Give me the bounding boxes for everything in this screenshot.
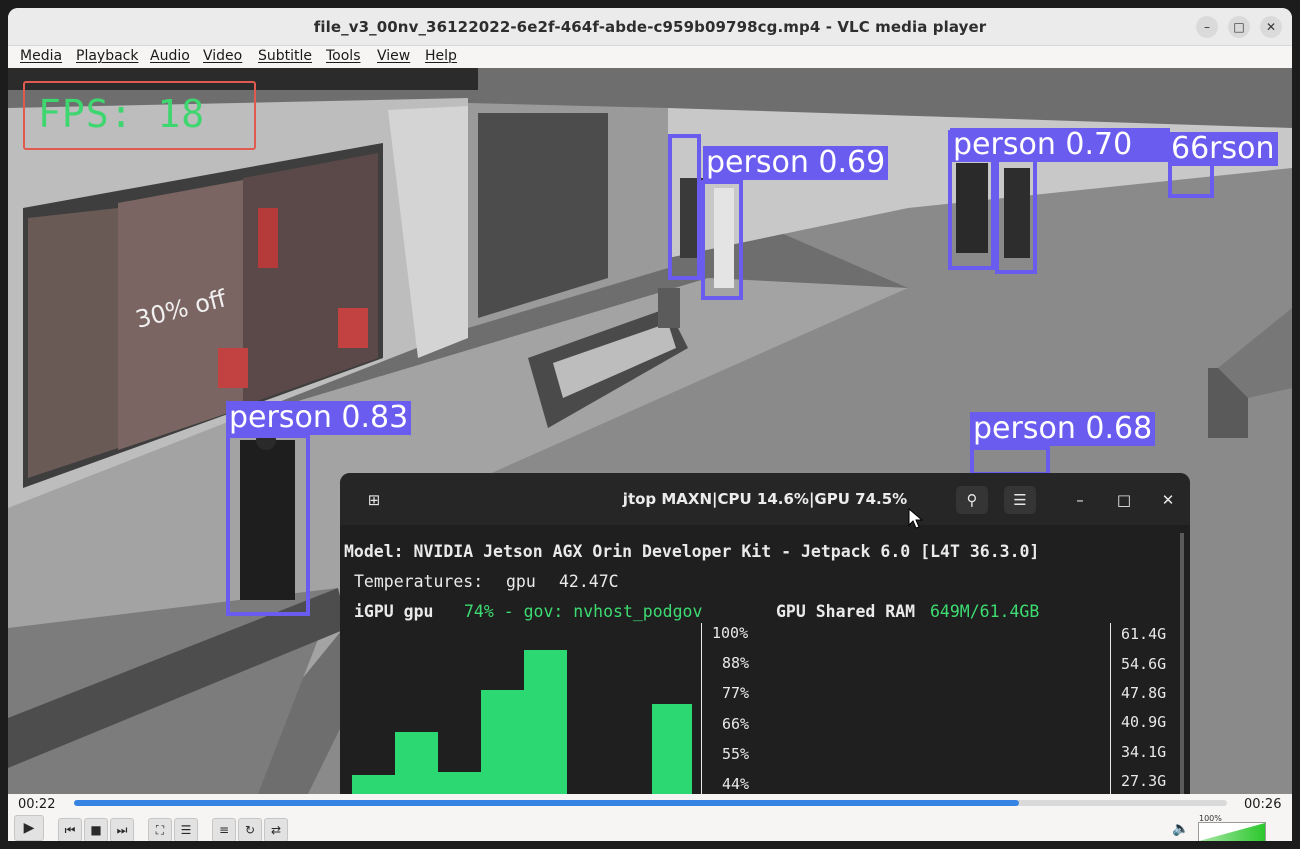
ram-tick: 61.4G bbox=[1121, 625, 1167, 643]
previous-button[interactable]: ⏮ bbox=[58, 818, 82, 841]
gpu-tick: 100% bbox=[712, 624, 749, 642]
igpu-value: 74% - gov: nvhost_podgov bbox=[464, 602, 703, 621]
fullscreen-button[interactable]: ⛶ bbox=[148, 818, 172, 841]
gpu-tick: 88% bbox=[722, 654, 750, 672]
vlc-window: file_v3_00nv_36122022-6e2f-464f-abde-c95… bbox=[8, 8, 1292, 841]
maximize-icon[interactable]: □ bbox=[1228, 16, 1250, 38]
seek-slider-fill bbox=[74, 800, 1020, 806]
stop-button[interactable]: ■ bbox=[84, 818, 108, 841]
detection-label: person 0.69 bbox=[703, 146, 889, 180]
close-icon: ✕ bbox=[1161, 491, 1175, 509]
temperature-label: Temperatures: bbox=[354, 572, 484, 591]
terminal-scrollbar bbox=[1180, 533, 1184, 794]
minimize-icon[interactable]: – bbox=[1196, 16, 1218, 38]
title-bar[interactable]: file_v3_00nv_36122022-6e2f-464f-abde-c95… bbox=[8, 8, 1292, 46]
next-button[interactable]: ⏭ bbox=[110, 818, 134, 841]
jtop-model-line: Model: NVIDIA Jetson AGX Orin Developer … bbox=[344, 542, 1040, 561]
menu-media[interactable]: Media bbox=[20, 48, 62, 64]
detection-box bbox=[226, 434, 310, 616]
temperature-value: 42.47C bbox=[559, 572, 619, 591]
gpu-ram-value: 649M/61.4GB bbox=[930, 602, 1040, 621]
ram-tick: 47.8G bbox=[1121, 684, 1167, 702]
playback-controls: 00:22 00:26 ▶ ⏮ ■ ⏭ ⛶ ☰ ≡ ↻ ⇄ 🔈 100% bbox=[8, 794, 1292, 841]
window-title: file_v3_00nv_36122022-6e2f-464f-abde-c95… bbox=[313, 18, 987, 36]
gpu-history-bar bbox=[652, 704, 692, 794]
menu-audio[interactable]: Audio bbox=[150, 48, 190, 64]
total-duration[interactable]: 00:26 bbox=[1244, 797, 1281, 812]
seek-slider[interactable] bbox=[74, 800, 1227, 806]
close-icon[interactable]: ✕ bbox=[1260, 16, 1282, 38]
gpu-history-bar bbox=[395, 732, 438, 794]
menu-tools[interactable]: Tools bbox=[326, 48, 361, 64]
ram-tick: 34.1G bbox=[1121, 743, 1167, 761]
detection-box bbox=[970, 446, 1050, 476]
play-button[interactable]: ▶ bbox=[14, 815, 44, 841]
hamburger-menu-icon: ☰ bbox=[1004, 486, 1036, 514]
gpu-tick: 55% bbox=[722, 745, 750, 763]
menu-view[interactable]: View bbox=[377, 48, 410, 64]
jtop-terminal-window: ⊞ jtop MAXN|CPU 14.6%|GPU 74.5% ⚲ ☰ – □ … bbox=[340, 473, 1190, 794]
gpu-tick: 77% bbox=[722, 684, 750, 702]
ram-axis bbox=[1110, 623, 1111, 794]
jtop-header: ⊞ jtop MAXN|CPU 14.6%|GPU 74.5% ⚲ ☰ – □ … bbox=[340, 473, 1190, 525]
loop-button[interactable]: ↻ bbox=[238, 818, 262, 841]
elapsed-time[interactable]: 00:22 bbox=[18, 797, 55, 812]
menu-playback[interactable]: Playback bbox=[76, 48, 138, 64]
temperature-sensor: gpu bbox=[506, 572, 536, 591]
igpu-label: iGPU gpu bbox=[354, 602, 434, 621]
gpu-history-bar bbox=[524, 649, 567, 794]
ram-tick: 27.3G bbox=[1121, 772, 1167, 790]
mouse-cursor-icon bbox=[908, 508, 924, 529]
extended-settings-button[interactable]: ☰ bbox=[174, 818, 198, 841]
minimize-icon: – bbox=[1076, 491, 1084, 509]
search-icon: ⚲ bbox=[956, 486, 988, 514]
menu-help[interactable]: Help bbox=[425, 48, 457, 64]
gpu-history-bar bbox=[438, 772, 481, 794]
detection-label: person 0.83 bbox=[226, 401, 412, 435]
fps-highlight-box bbox=[23, 81, 256, 150]
detection-box bbox=[701, 180, 743, 300]
volume-slider-fill bbox=[1199, 823, 1265, 841]
shuffle-button[interactable]: ⇄ bbox=[264, 818, 288, 841]
detection-box bbox=[995, 156, 1037, 274]
ram-tick: 54.6G bbox=[1121, 655, 1167, 673]
menu-bar: Media Playback Audio Video Subtitle Tool… bbox=[8, 46, 1292, 68]
menu-video[interactable]: Video bbox=[203, 48, 242, 64]
gpu-tick: 66% bbox=[722, 715, 750, 733]
ram-tick: 40.9G bbox=[1121, 713, 1167, 731]
menu-subtitle[interactable]: Subtitle bbox=[258, 48, 312, 64]
volume-slider[interactable] bbox=[1198, 822, 1266, 841]
gpu-history-bar bbox=[481, 689, 524, 794]
video-area[interactable]: 30% off FPS: 18 person 0.69 person 0.70 … bbox=[8, 68, 1292, 794]
gpu-axis bbox=[701, 623, 702, 794]
gpu-history-bar bbox=[352, 774, 395, 794]
playlist-button[interactable]: ≡ bbox=[212, 818, 236, 841]
maximize-icon: □ bbox=[1116, 491, 1132, 509]
detection-label: person 0.68 bbox=[970, 412, 1156, 446]
speaker-icon[interactable]: 🔈 bbox=[1172, 821, 1189, 837]
jtop-title: jtop MAXN|CPU 14.6%|GPU 74.5% bbox=[622, 490, 908, 508]
gpu-ram-label: GPU Shared RAM bbox=[776, 602, 916, 621]
detection-label: 66rson bbox=[1168, 132, 1278, 166]
gpu-tick: 44% bbox=[722, 775, 750, 793]
detection-label: person 0.70 bbox=[950, 128, 1170, 162]
detection-box bbox=[668, 134, 701, 280]
